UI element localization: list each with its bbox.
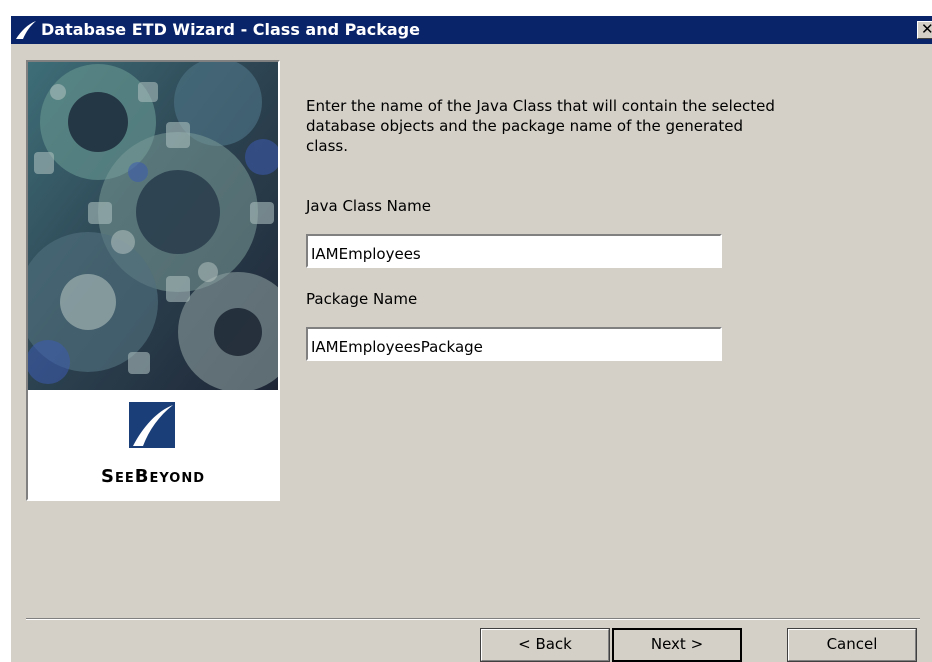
seebeyond-logo-icon <box>129 402 175 448</box>
java-class-name-label: Java Class Name <box>306 197 431 215</box>
package-name-input[interactable] <box>306 327 722 361</box>
brand-area: SeeBeyond <box>28 390 278 499</box>
back-button[interactable]: < Back <box>480 628 610 662</box>
instruction-text: Enter the name of the Java Class that wi… <box>306 97 775 155</box>
package-name-label: Package Name <box>306 290 418 308</box>
title-bar[interactable]: Database ETD Wizard - Class and Package … <box>11 16 932 44</box>
cancel-button[interactable]: Cancel <box>787 628 917 662</box>
close-button[interactable]: ✕ <box>917 21 932 39</box>
wizard-side-panel: SeeBeyond <box>26 60 280 501</box>
close-icon: ✕ <box>921 22 932 38</box>
java-class-name-input[interactable] <box>306 234 722 268</box>
window-title: Database ETD Wizard - Class and Package <box>41 20 420 39</box>
wizard-window: Database ETD Wizard - Class and Package … <box>10 16 932 662</box>
next-button[interactable]: Next > <box>612 628 742 662</box>
next-button-label: Next > <box>650 635 704 653</box>
brand-name: SeeBeyond <box>101 466 205 487</box>
back-button-label: < Back <box>518 635 572 653</box>
cancel-button-label: Cancel <box>826 635 878 653</box>
footer-separator <box>26 618 920 620</box>
gear-artwork-image <box>28 62 278 390</box>
seebeyond-swoosh-icon <box>15 20 37 40</box>
